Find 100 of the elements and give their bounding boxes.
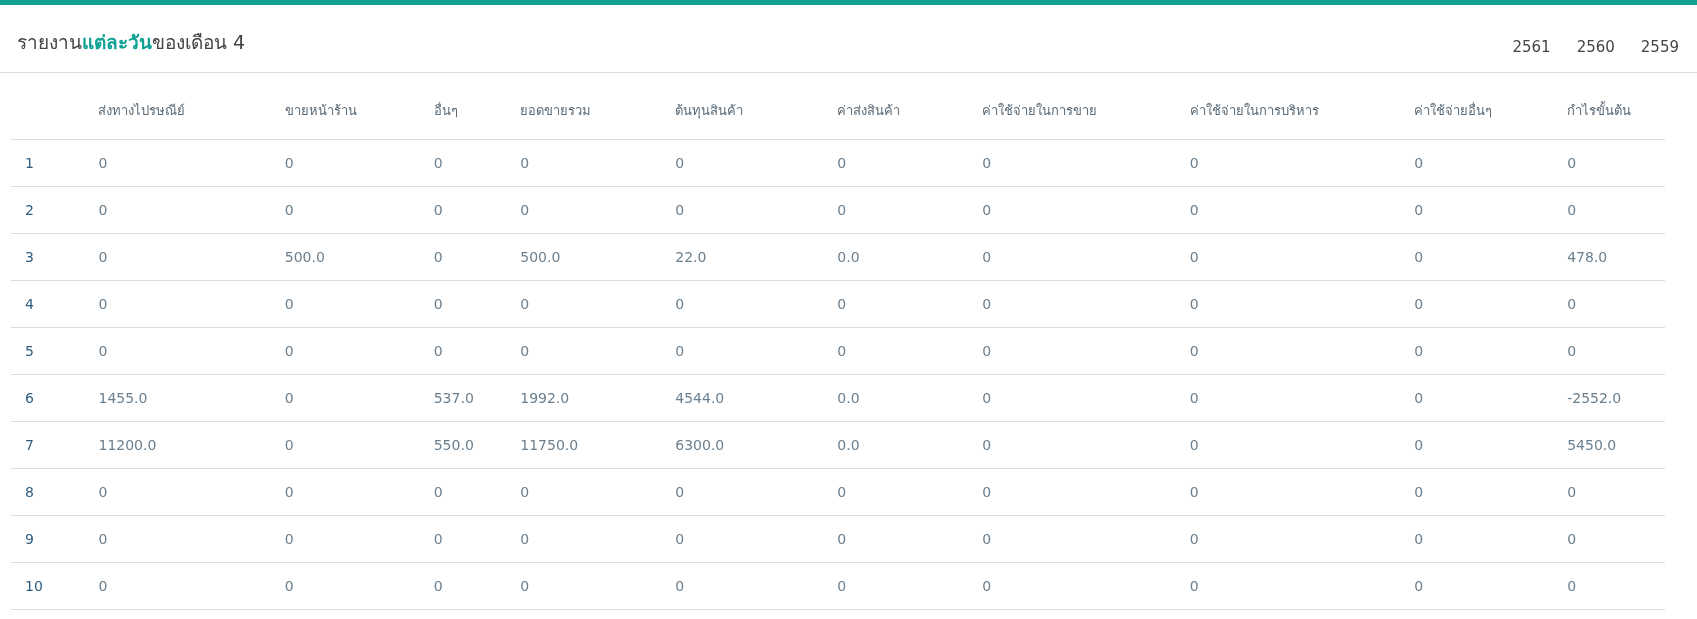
table-cell: 0 <box>1189 390 1199 406</box>
table-cell: 0 <box>837 343 847 359</box>
table-cell: 0 <box>837 155 847 171</box>
table-cell: 0 <box>1414 437 1424 453</box>
table-cell: 0 <box>1567 578 1577 594</box>
table-cell: 0 <box>98 531 108 547</box>
table-cell: 0 <box>675 484 685 500</box>
table-cell: 0 <box>284 296 294 312</box>
table-cell: -2552.0 <box>1567 390 1622 406</box>
day-number: 8 <box>25 484 34 500</box>
table-cell: 0 <box>1189 578 1199 594</box>
table-cell: 0 <box>520 202 530 218</box>
table-cell: 0 <box>1189 296 1199 312</box>
column-header: ยอดขายรวม <box>520 101 592 120</box>
table-cell: 0 <box>98 296 108 312</box>
table-cell: 0 <box>1189 155 1199 171</box>
table-cell: 0 <box>1567 484 1577 500</box>
column-header: ขายหน้าร้าน <box>284 101 357 120</box>
table-cell: 0 <box>98 249 108 265</box>
table-cell: 0.0 <box>837 390 860 406</box>
table-cell: 0 <box>675 578 685 594</box>
table-cell: 0 <box>1189 343 1199 359</box>
column-header: อื่นๆ <box>433 101 458 120</box>
column-header: ค่าใช้จ่ายในการขาย <box>982 101 1098 120</box>
table-cell: 500.0 <box>520 249 561 265</box>
table-cell: 0 <box>1414 202 1424 218</box>
table-cell: 0 <box>675 155 685 171</box>
table-cell: 0 <box>520 296 530 312</box>
year-link[interactable]: 2559 <box>1640 38 1679 56</box>
table-cell: 0 <box>1414 343 1424 359</box>
table-cell: 0 <box>1414 484 1424 500</box>
table-cell: 0 <box>982 296 992 312</box>
table-cell: 0 <box>982 249 992 265</box>
table-cell: 0 <box>1414 249 1424 265</box>
table-cell: 0 <box>1414 296 1424 312</box>
table-cell: 0 <box>1414 578 1424 594</box>
table-cell: 0 <box>837 484 847 500</box>
table-cell: 0 <box>982 484 992 500</box>
day-number: 2 <box>25 202 34 218</box>
day-number: 5 <box>25 343 34 359</box>
table-cell: 478.0 <box>1567 249 1608 265</box>
table-cell: 0 <box>837 296 847 312</box>
table-cell: 537.0 <box>433 390 474 406</box>
table-cell: 0 <box>1567 202 1577 218</box>
table-cell: 0 <box>1189 437 1199 453</box>
table-cell: 0 <box>520 531 530 547</box>
table-cell: 0 <box>1189 531 1199 547</box>
table-cell: 500.0 <box>284 249 325 265</box>
column-header: ค่าส่งสินค้า <box>837 101 901 120</box>
table-cell: 0 <box>284 484 294 500</box>
table-cell: 0 <box>675 531 685 547</box>
table-cell: 0 <box>284 578 294 594</box>
table-cell: 0.0 <box>837 437 860 453</box>
table-cell: 0 <box>520 484 530 500</box>
table-cell: 0 <box>520 155 530 171</box>
table-cell: 11750.0 <box>520 437 579 453</box>
table-cell: 0 <box>98 484 108 500</box>
day-number: 6 <box>25 390 34 406</box>
day-number: 9 <box>25 531 34 547</box>
year-link[interactable]: 2560 <box>1576 38 1615 56</box>
table-cell: 550.0 <box>433 437 474 453</box>
column-header: ค่าใช้จ่ายในการบริหาร <box>1189 101 1319 120</box>
year-link[interactable]: 2561 <box>1512 38 1551 56</box>
table-cell: 0 <box>284 155 294 171</box>
table-cell: 0 <box>98 202 108 218</box>
table-cell: 0 <box>675 343 685 359</box>
table-cell: 0 <box>1567 155 1577 171</box>
table-cell: 0 <box>98 155 108 171</box>
table-cell: 0 <box>675 202 685 218</box>
table-cell: 0 <box>1189 202 1199 218</box>
day-number: 3 <box>25 249 34 265</box>
table-cell: 0 <box>982 437 992 453</box>
table-cell: 0 <box>1414 531 1424 547</box>
table-cell: 0 <box>1189 249 1199 265</box>
table-cell: 0 <box>982 390 992 406</box>
day-number: 10 <box>25 578 43 594</box>
table-cell: 0 <box>433 202 443 218</box>
table-cell: 1992.0 <box>520 390 570 406</box>
table-cell: 0 <box>837 531 847 547</box>
column-header: ค่าใช้จ่ายอื่นๆ <box>1414 101 1493 120</box>
table-cell: 0 <box>98 343 108 359</box>
table-cell: 0 <box>1414 155 1424 171</box>
table-cell: 0 <box>1189 484 1199 500</box>
table-cell: 0 <box>837 202 847 218</box>
table-cell: 0 <box>1567 343 1577 359</box>
table-cell: 0 <box>284 437 294 453</box>
table-cell: 6300.0 <box>675 437 725 453</box>
column-header: กำไรขั้นต้น <box>1567 100 1632 120</box>
column-header: ส่งทางไปรษณีย์ <box>98 101 186 120</box>
day-number: 7 <box>25 437 34 453</box>
table-cell: 0 <box>1567 296 1577 312</box>
table-cell: 0 <box>433 249 443 265</box>
page-title: รายงานแต่ละวันของเดือน 4 <box>17 30 246 55</box>
table-cell: 1455.0 <box>98 390 148 406</box>
day-number: 4 <box>25 296 34 312</box>
table-cell: 0 <box>982 202 992 218</box>
table-cell: 0 <box>98 578 108 594</box>
table-cell: 0 <box>284 531 294 547</box>
table-cell: 4544.0 <box>675 390 725 406</box>
table-cell: 0 <box>982 578 992 594</box>
